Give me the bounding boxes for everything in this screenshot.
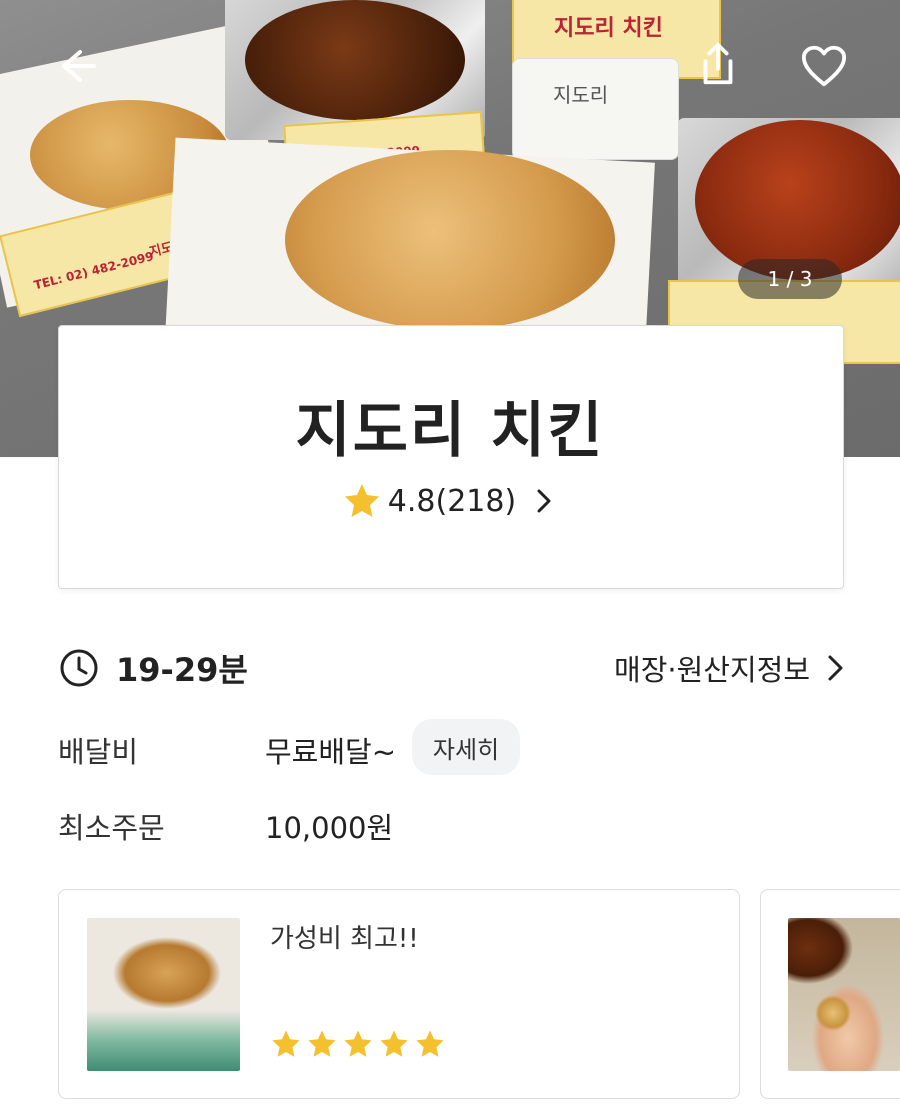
star-icon [308,1030,336,1057]
review-star-rating [270,1028,446,1060]
image-counter: 1 / 3 [738,259,842,299]
delivery-time: 19-29분 [58,645,248,691]
store-name: 지도리 치킨 [295,396,605,466]
chevron-right-icon [828,655,843,681]
clock-icon [60,649,98,687]
heart-icon[interactable] [800,42,848,90]
delivery-fee-detail-button[interactable]: 자세히 [412,719,520,775]
delivery-fee-label: 배달비 [58,735,139,769]
star-icon [344,1030,372,1057]
box-brand-text-2: 지도리 치킨 [554,16,663,41]
min-order-label: 최소주문 [58,811,165,845]
delivery-time-text: 19-29분 [116,651,248,689]
fried-chicken-pile [285,150,615,330]
star-icon [380,1030,408,1057]
sauced-chicken [245,0,465,120]
delivery-fee-value: 무료배달~ [265,735,397,769]
rating-link[interactable]: 4.8(218) [0,478,900,524]
share-icon[interactable] [694,40,742,88]
box-phone-text: TEL: 02) 482-2099 [32,249,156,293]
store-origin-info-label: 매장·원산지정보 [614,653,810,687]
star-icon [416,1030,444,1057]
star-icon [272,1030,300,1057]
store-origin-info-link[interactable]: 매장·원산지정보 [614,645,848,691]
review-photo [788,918,900,1071]
back-arrow-icon[interactable] [52,42,100,90]
pickle-container: 지도리 [512,58,679,160]
chevron-right-icon [537,489,551,513]
rating-text: 4.8(218) [387,483,517,519]
star-icon [344,484,379,517]
review-text: 가성비 최고!! [270,924,419,954]
min-order-value: 10,000원 [265,811,394,845]
pickle-label: 지도리 [553,83,609,107]
red-sauced-chicken [695,120,900,280]
review-photo [87,918,240,1071]
